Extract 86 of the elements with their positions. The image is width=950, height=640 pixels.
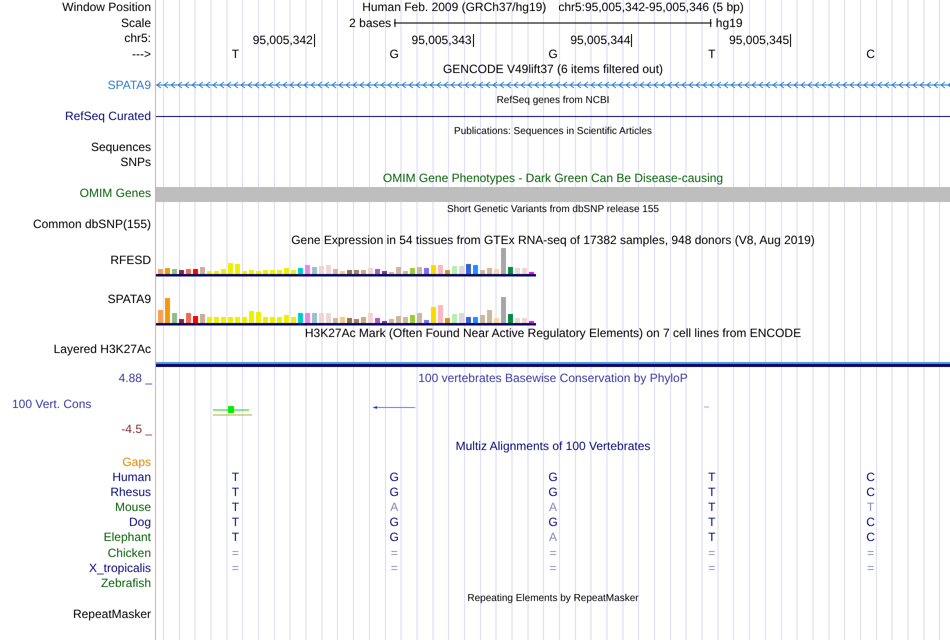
aligned-base: G bbox=[390, 484, 399, 500]
track-label[interactable]: RepeatMasker bbox=[72, 606, 151, 622]
aligned-base: = bbox=[708, 546, 716, 562]
base-letter: T bbox=[232, 46, 240, 62]
species-label[interactable]: Rhesus bbox=[110, 484, 151, 500]
species-label[interactable]: Dog bbox=[128, 515, 151, 531]
track-title: Publications: Sequences in Scientific Articles bbox=[454, 125, 652, 139]
aligned-base: = bbox=[232, 546, 239, 562]
track-title: Short Genetic Variants from dbSNP release 155 bbox=[447, 202, 659, 216]
species-label[interactable]: Chicken bbox=[108, 546, 151, 562]
gene-strand-drawing[interactable] bbox=[156, 81, 950, 90]
expression-bars-drawing[interactable] bbox=[156, 248, 536, 277]
track-label[interactable]: Sequences bbox=[90, 140, 151, 155]
track-label[interactable]: RefSeq Curated bbox=[64, 108, 151, 124]
species-label[interactable]: Human bbox=[112, 470, 151, 486]
species-label[interactable]: Zebrafish bbox=[100, 576, 151, 592]
aligned-base: T bbox=[708, 484, 716, 500]
track-title: OMIM Gene Phenotypes - Dark Green Can Be Disease-causing bbox=[382, 170, 724, 186]
aligned-base: = bbox=[867, 546, 874, 562]
aligned-base: T bbox=[708, 515, 716, 531]
coordinate-tick: 95,005,342 bbox=[252, 34, 315, 46]
axis-label: -4.5 _ bbox=[121, 422, 152, 436]
axis-label: 4.88 _ bbox=[118, 371, 152, 385]
aligned-base: A bbox=[548, 500, 557, 516]
species-label[interactable]: Elephant bbox=[104, 530, 151, 546]
track-title: H3K27Ac Mark (Often Found Near Active Regulatory Elements) on 7 cell lines from ENCODE bbox=[304, 326, 802, 342]
aligned-base: G bbox=[390, 530, 399, 546]
aligned-base: C bbox=[866, 470, 875, 486]
aligned-base: T bbox=[232, 500, 240, 516]
aligned-base: = bbox=[390, 560, 398, 576]
aligned-base: A bbox=[390, 500, 398, 516]
track-title: Multiz Alignments of 100 Vertebrates bbox=[456, 439, 650, 454]
track-title: 100 vertebrates Basewise Conservation by PhyloP bbox=[418, 371, 688, 386]
aligned-base: G bbox=[548, 515, 558, 531]
track-label[interactable]: SNPs bbox=[120, 155, 151, 170]
aligned-base: T bbox=[232, 470, 240, 486]
base-letter: C bbox=[866, 46, 875, 62]
aligned-base: T bbox=[866, 500, 874, 516]
aligned-base: T bbox=[232, 484, 240, 500]
scale-text: 2 bases bbox=[348, 16, 392, 31]
aligned-base: G bbox=[390, 470, 399, 486]
base-letter: G bbox=[548, 46, 558, 62]
aligned-base: = bbox=[549, 560, 556, 576]
aligned-base: C bbox=[866, 515, 875, 531]
aligned-base: T bbox=[232, 530, 240, 546]
row-label: chr5: bbox=[124, 31, 151, 46]
track-label[interactable]: Common dbSNP(155) bbox=[32, 217, 151, 232]
aligned-base: A bbox=[548, 530, 557, 546]
species-label[interactable]: X_tropicalis bbox=[88, 560, 151, 576]
aligned-base: = bbox=[867, 560, 874, 576]
aligned-base: C bbox=[866, 484, 875, 500]
aligned-base: T bbox=[708, 530, 716, 546]
aligned-base: T bbox=[708, 500, 716, 516]
position-text: chr5:95,005,342-95,005,346 (5 bp) bbox=[558, 0, 744, 16]
coordinate-tick: 95,005,343 bbox=[412, 34, 474, 46]
aligned-base: G bbox=[548, 484, 558, 500]
scale-assembly: hg19 bbox=[714, 16, 744, 31]
aligned-base: G bbox=[548, 470, 558, 486]
track-label[interactable]: OMIM Genes bbox=[80, 186, 151, 202]
aligned-base: = bbox=[390, 546, 398, 562]
track-title: Gene Expression in 54 tissues from GTEx RNA-seq of 17382 samples, 948 donors (V8, Aug 2019) bbox=[291, 232, 815, 248]
gene-line[interactable] bbox=[156, 116, 950, 117]
base-letter: G bbox=[390, 46, 399, 62]
aligned-base: = bbox=[549, 546, 556, 562]
coordinate-tick: 95,005,344 bbox=[570, 34, 632, 46]
aligned-base: T bbox=[708, 470, 716, 486]
track-label[interactable]: Layered H3K27Ac bbox=[54, 342, 151, 357]
row-label: Window Position bbox=[62, 0, 151, 16]
track-title: RefSeq genes from NCBI bbox=[496, 94, 610, 108]
track-label[interactable]: RFESD bbox=[110, 252, 151, 268]
base-letter: T bbox=[708, 46, 716, 62]
coordinate-tick: 95,005,345 bbox=[729, 34, 792, 46]
aligned-base: = bbox=[708, 560, 716, 576]
track-label[interactable]: SPATA9 bbox=[108, 78, 151, 93]
aligned-base: G bbox=[390, 515, 399, 531]
track-title: Repeating Elements by RepeatMasker bbox=[467, 592, 639, 606]
assembly-title: Human Feb. 2009 (GRCh37/hg19) bbox=[362, 0, 546, 16]
track-title: GENCODE V49lift37 (6 items filtered out) bbox=[442, 62, 664, 78]
track-label[interactable]: SPATA9 bbox=[108, 292, 151, 308]
axis-label: 100 Vert. Cons bbox=[12, 396, 92, 410]
strand-label: ---> bbox=[132, 46, 151, 62]
aligned-base: C bbox=[866, 530, 875, 546]
species-label[interactable]: Mouse bbox=[114, 500, 151, 516]
aligned-base: T bbox=[232, 515, 240, 531]
row-label: Scale bbox=[120, 16, 151, 31]
aligned-base: = bbox=[232, 560, 239, 576]
